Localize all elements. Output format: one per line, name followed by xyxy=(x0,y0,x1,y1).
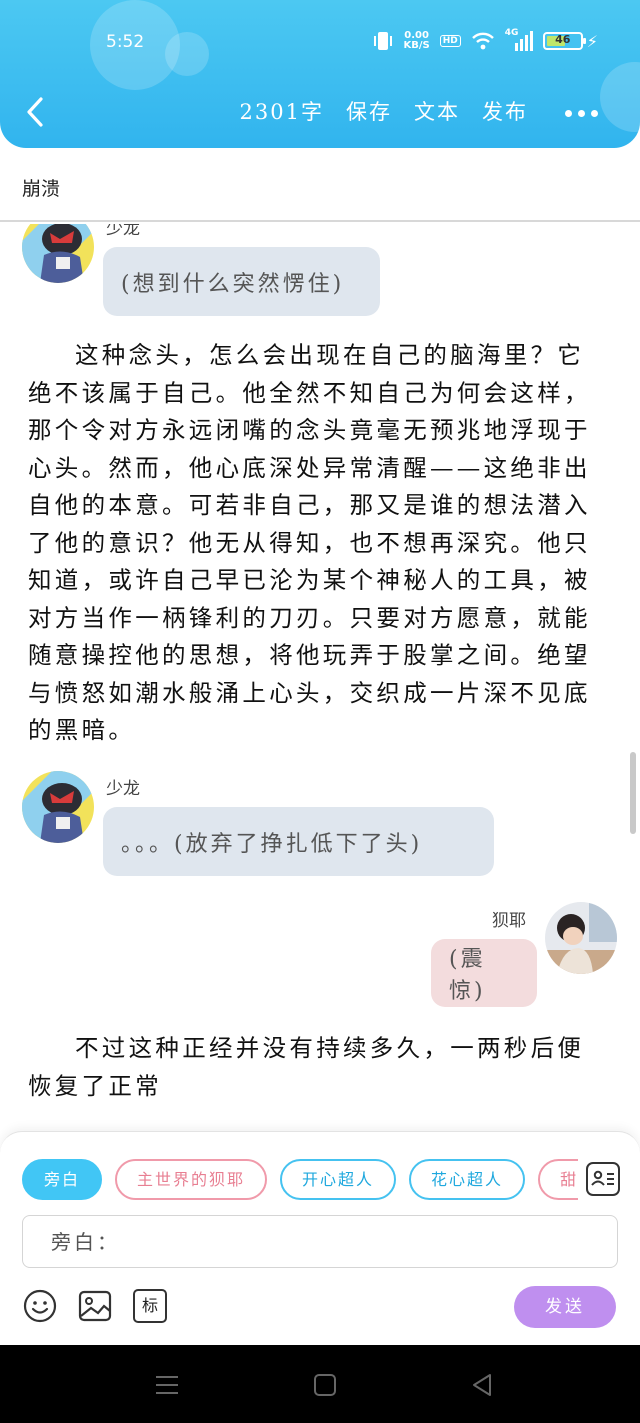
role-chip[interactable]: 甜心超人 xyxy=(538,1159,578,1200)
net-speed: 0.00 KB/S xyxy=(403,30,430,51)
dialogue-bubble[interactable]: (想到什么突然愣住) xyxy=(103,247,380,316)
menu-icon[interactable] xyxy=(152,1370,182,1400)
editor-toolbar: 2301字 保存 文本 发布 xyxy=(0,86,640,138)
role-chip-narrator[interactable]: 旁白 xyxy=(22,1159,103,1200)
avatar-shaolong[interactable] xyxy=(22,224,94,283)
status-bar: 5:52 0.00 KB/S HD 4G 46 ⚡ xyxy=(0,22,640,62)
speaker-name: 少龙 xyxy=(106,224,140,239)
app-header: 5:52 0.00 KB/S HD 4G 46 ⚡ 2301字 保存 文本 发布 xyxy=(0,0,640,148)
more-options-icon[interactable] xyxy=(565,110,598,117)
cellular-signal-icon: 4G xyxy=(505,28,533,52)
role-chip[interactable]: 主世界的狈耶 xyxy=(115,1159,268,1200)
narration-paragraph[interactable]: 不过这种正经并没有持续多久，一两秒后便恢复了正常 xyxy=(28,1030,598,1105)
system-nav-bar xyxy=(0,1345,640,1423)
word-count: 2301字 xyxy=(239,100,324,124)
tag-button[interactable]: 标 xyxy=(133,1289,167,1323)
publish-button[interactable]: 发布 xyxy=(482,96,528,126)
avatar-shaolong[interactable] xyxy=(22,771,94,843)
dialogue-bubble[interactable]: 。。。(放弃了挣扎低下了头) xyxy=(103,807,494,876)
charging-icon: ⚡ xyxy=(586,31,598,51)
role-chip[interactable]: 开心超人 xyxy=(280,1159,397,1200)
battery-tip xyxy=(582,38,586,44)
tag-button-label: 标 xyxy=(141,1296,158,1315)
message-input-box xyxy=(22,1215,618,1268)
battery-level: 46 xyxy=(555,33,571,46)
back-triangle-icon[interactable] xyxy=(468,1370,498,1400)
image-icon[interactable] xyxy=(78,1289,112,1323)
document-title-bar: 崩溃 xyxy=(0,148,640,222)
status-time: 5:52 xyxy=(106,32,145,52)
composer-panel: 旁白主世界的狈耶开心超人花心超人甜心超人 标 发送 xyxy=(0,1131,640,1345)
send-button[interactable]: 发送 xyxy=(514,1286,616,1328)
message-input[interactable] xyxy=(23,1216,617,1267)
dialogue-bubble[interactable]: (震惊) xyxy=(431,939,537,1007)
story-content[interactable]: 少龙 (想到什么突然愣住) 这种念头，怎么会出现在自己的脑海里？它绝不该属于自己… xyxy=(0,224,640,1129)
emoji-icon[interactable] xyxy=(23,1289,57,1323)
narration-paragraph[interactable]: 这种念头，怎么会出现在自己的脑海里？它绝不该属于自己。他全然不知自己为何会这样，… xyxy=(28,337,598,750)
battery-icon: 46 xyxy=(542,32,586,50)
save-button[interactable]: 保存 xyxy=(346,96,392,126)
dialogue-text: (震惊) xyxy=(449,947,486,1004)
hd-badge: HD xyxy=(439,35,461,47)
role-chip[interactable]: 花心超人 xyxy=(409,1159,526,1200)
scrollbar[interactable] xyxy=(630,752,636,834)
role-chips: 旁白主世界的狈耶开心超人花心超人甜心超人 xyxy=(22,1159,578,1201)
speaker-name: 狈耶 xyxy=(492,911,526,931)
document-title[interactable]: 崩溃 xyxy=(22,174,60,201)
role-list-icon[interactable] xyxy=(586,1162,620,1196)
status-icons: 0.00 KB/S HD 4G 46 ⚡ xyxy=(372,28,598,52)
dialogue-text: 。。。(放弃了挣扎低下了头) xyxy=(121,831,423,857)
speaker-name: 少龙 xyxy=(106,779,140,799)
toolbar-actions: 2301字 保存 文本 发布 xyxy=(240,96,528,126)
vibrate-icon xyxy=(373,32,392,50)
wifi-icon xyxy=(471,32,494,50)
home-icon[interactable] xyxy=(310,1370,340,1400)
text-button[interactable]: 文本 xyxy=(414,96,460,126)
dialogue-text: (想到什么突然愣住) xyxy=(121,271,345,297)
back-arrow-icon[interactable] xyxy=(22,96,50,128)
avatar-beiye[interactable] xyxy=(545,902,617,974)
